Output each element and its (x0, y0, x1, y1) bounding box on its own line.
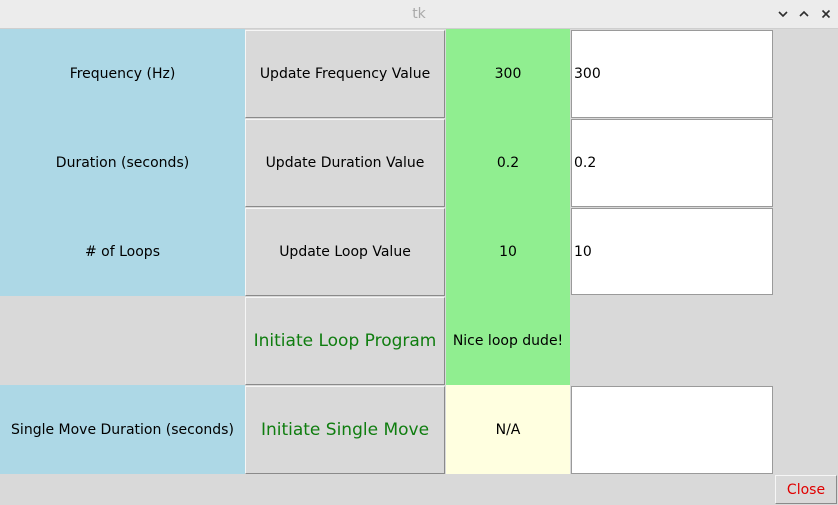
update-frequency-button[interactable]: Update Frequency Value (245, 30, 445, 118)
update-duration-button[interactable]: Update Duration Value (245, 119, 445, 207)
loops-label: # of Loops (0, 207, 245, 296)
initiate-loop-button[interactable]: Initiate Loop Program (245, 297, 445, 385)
title-bar: tk (0, 0, 838, 29)
single-move-status: N/A (446, 385, 570, 474)
frequency-label: Frequency (Hz) (0, 29, 245, 118)
app-window: tk Frequency (Hz) Update Frequency Value… (0, 0, 838, 505)
duration-label: Duration (seconds) (0, 118, 245, 207)
loops-value: 10 (446, 207, 570, 296)
minimize-icon[interactable] (774, 5, 792, 23)
single-move-label: Single Move Duration (seconds) (0, 385, 245, 474)
frequency-value: 300 (446, 29, 570, 118)
window-title: tk (412, 6, 426, 22)
duration-value: 0.2 (446, 118, 570, 207)
single-move-input[interactable] (571, 386, 773, 474)
initiate-single-move-button[interactable]: Initiate Single Move (245, 386, 445, 474)
maximize-icon[interactable] (795, 5, 813, 23)
duration-input[interactable]: 0.2 (571, 119, 773, 207)
frequency-input[interactable]: 300 (571, 30, 773, 118)
close-button[interactable]: Close (775, 475, 837, 504)
update-loop-button[interactable]: Update Loop Value (245, 208, 445, 296)
loop-status: Nice loop dude! (446, 296, 570, 385)
close-icon[interactable] (817, 5, 835, 23)
loops-input[interactable]: 10 (571, 208, 773, 295)
